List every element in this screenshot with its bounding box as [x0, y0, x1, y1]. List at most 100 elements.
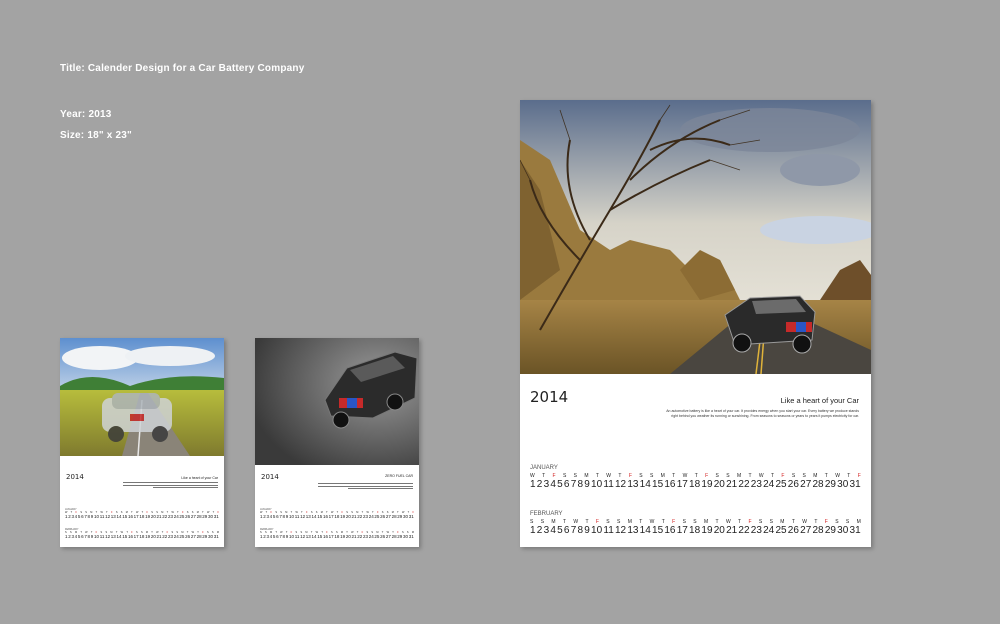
day-number: 14: [116, 514, 122, 519]
day-number: 25: [775, 525, 787, 536]
day-number: 31: [849, 525, 861, 536]
day-number: 14: [311, 514, 317, 519]
design-size: Size: 18" x 23": [60, 130, 132, 141]
day-number: 13: [305, 534, 311, 539]
day-number: 30: [403, 534, 409, 539]
day-number: 21: [156, 534, 162, 539]
day-number: 28: [196, 534, 202, 539]
day-number: 26: [787, 525, 799, 536]
day-number: 20: [713, 525, 725, 536]
day-number: 28: [391, 534, 397, 539]
day-number: 25: [775, 479, 787, 490]
calendar-year: 2014: [530, 388, 569, 406]
day-number: 2: [536, 479, 543, 490]
calendar-year: 2014: [66, 473, 84, 481]
day-number: 11: [99, 514, 105, 519]
calendar-blurb: [123, 482, 218, 488]
day-number: 7: [84, 534, 87, 539]
day-number: 7: [84, 514, 87, 519]
day-number: 8: [577, 479, 584, 490]
day-number: 20: [345, 514, 351, 519]
day-number: 13: [110, 534, 116, 539]
day-number: 24: [368, 514, 374, 519]
day-number: 23: [750, 479, 762, 490]
day-number: 2: [536, 525, 543, 536]
calendar-tagline: Like a heart of your Car: [181, 476, 218, 480]
day-number: 22: [162, 534, 168, 539]
day-number: 22: [357, 514, 363, 519]
day-number: 5: [77, 514, 81, 519]
day-number: 30: [208, 514, 214, 519]
day-number: 27: [190, 514, 196, 519]
day-number: 21: [726, 525, 738, 536]
day-number: 19: [145, 534, 151, 539]
day-number: 22: [738, 479, 750, 490]
calendar-tagline: Like a heart of your Car: [780, 396, 859, 405]
day-number: 26: [380, 534, 386, 539]
day-number: 25: [374, 514, 380, 519]
day-number: 19: [701, 525, 713, 536]
day-number: 9: [285, 514, 289, 519]
day-number: 25: [179, 534, 185, 539]
day-number: 5: [557, 525, 563, 536]
day-number: 30: [208, 534, 214, 539]
day-number: 29: [824, 525, 836, 536]
day-number: 27: [385, 534, 391, 539]
day-number: 6: [563, 525, 570, 536]
day-number: 18: [689, 479, 701, 490]
day-number: 31: [849, 479, 861, 490]
day-number: 19: [340, 534, 346, 539]
day-number: 6: [81, 514, 84, 519]
day-number: 19: [145, 514, 151, 519]
day-number: 9: [90, 534, 94, 539]
day-number: 31: [408, 514, 414, 519]
calendar-year: 2014: [261, 473, 279, 481]
day-number: 12: [614, 525, 627, 536]
day-number: 26: [185, 534, 191, 539]
day-number: 14: [116, 534, 122, 539]
day-number: 1: [530, 525, 536, 536]
day-number: 12: [105, 534, 111, 539]
day-number: 21: [351, 534, 357, 539]
calendar-blurb: An automotive battery is like a heart of…: [666, 409, 859, 418]
day-number: 5: [272, 514, 276, 519]
day-number: 23: [167, 534, 173, 539]
day-number: 16: [664, 479, 676, 490]
day-number: 26: [185, 514, 191, 519]
day-number: 15: [122, 534, 128, 539]
day-number: 12: [300, 534, 306, 539]
day-number: 16: [322, 534, 328, 539]
day-number: 11: [294, 514, 300, 519]
day-number: 7: [570, 479, 577, 490]
day-number: 10: [591, 525, 603, 536]
day-number: 4: [74, 534, 78, 539]
day-number: 13: [627, 479, 639, 490]
day-number: 16: [127, 534, 133, 539]
day-number: 30: [403, 514, 409, 519]
day-number: 11: [99, 534, 105, 539]
day-number: 22: [738, 525, 750, 536]
day-number: 2: [68, 514, 71, 519]
landscape-car-photo: [60, 338, 224, 456]
calendar-mockup-landscape: 2014 Like a heart of your Car JANUARY WT…: [60, 338, 224, 547]
day-number: 3: [543, 525, 550, 536]
day-number: 24: [173, 534, 179, 539]
day-number: 23: [167, 514, 173, 519]
day-number: 30: [837, 525, 849, 536]
day-number: 8: [282, 514, 286, 519]
day-number: 1: [260, 534, 263, 539]
day-number: 16: [127, 514, 133, 519]
day-number: 5: [557, 479, 563, 490]
day-number: 27: [190, 534, 196, 539]
day-number: 28: [391, 514, 397, 519]
day-number: 30: [837, 479, 849, 490]
day-number: 17: [133, 534, 139, 539]
day-number: 31: [408, 534, 414, 539]
day-number: 24: [763, 479, 775, 490]
day-number: 6: [276, 514, 279, 519]
day-number: 26: [787, 479, 799, 490]
day-number: 9: [90, 514, 94, 519]
desert-road-car-photo: [520, 100, 871, 374]
day-number: 5: [77, 534, 81, 539]
day-number: 8: [87, 534, 91, 539]
